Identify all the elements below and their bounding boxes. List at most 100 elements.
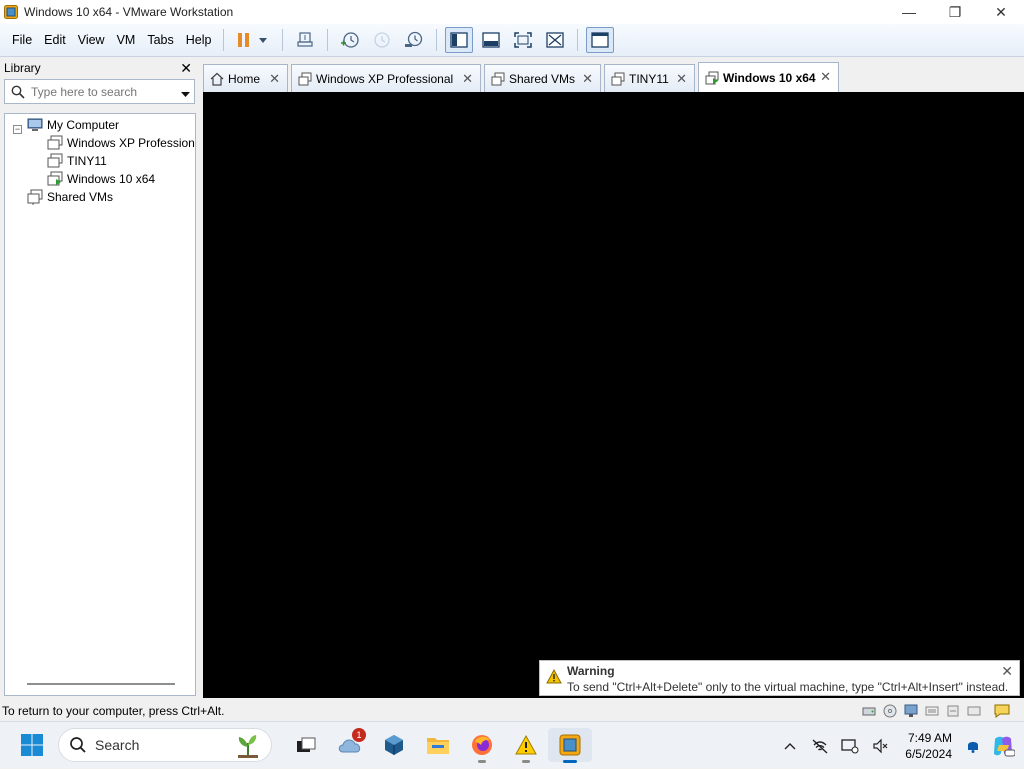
task-view-button[interactable] bbox=[284, 728, 328, 762]
close-window-button[interactable]: ✕ bbox=[978, 0, 1024, 24]
cd-dvd-icon[interactable] bbox=[882, 703, 898, 719]
warning-app-button[interactable] bbox=[504, 728, 548, 763]
tab-close-icon[interactable]: ✕ bbox=[462, 71, 473, 87]
message-log-icon[interactable] bbox=[994, 703, 1010, 719]
show-library-icon bbox=[450, 32, 469, 48]
volume-muted-icon[interactable] bbox=[865, 738, 895, 754]
tab-shared-vms[interactable]: Shared VMs ✕ bbox=[484, 64, 601, 92]
vm-console-screen[interactable] bbox=[203, 92, 1024, 698]
menu-help[interactable]: Help bbox=[180, 29, 218, 51]
network-disconnected-icon[interactable] bbox=[805, 738, 835, 754]
clock-time: 7:49 AM bbox=[907, 730, 952, 745]
console-view-button[interactable] bbox=[586, 27, 615, 53]
hard-disk-icon[interactable] bbox=[861, 703, 877, 719]
full-screen-icon bbox=[514, 32, 533, 48]
notification-bell-icon[interactable] bbox=[958, 738, 988, 754]
onedrive-button[interactable]: 1 bbox=[328, 728, 372, 762]
thumbnail-bar-button[interactable] bbox=[477, 27, 505, 53]
running-indicator bbox=[478, 760, 486, 763]
tab-label: Shared VMs bbox=[509, 71, 576, 86]
tree-item-tiny11[interactable]: TINY11 bbox=[47, 152, 107, 170]
library-close-button[interactable]: ✕ bbox=[180, 60, 192, 77]
library-search-input[interactable] bbox=[31, 84, 171, 99]
library-header: Library ✕ bbox=[0, 58, 199, 78]
tab-home[interactable]: Home ✕ bbox=[203, 64, 288, 92]
status-text: To return to your computer, press Ctrl+A… bbox=[2, 704, 225, 718]
send-ctrl-alt-del-button[interactable] bbox=[291, 27, 319, 53]
start-button-icon[interactable] bbox=[20, 733, 44, 757]
search-icon bbox=[5, 85, 31, 99]
maximize-button[interactable]: ❐ bbox=[932, 0, 978, 24]
search-icon bbox=[70, 737, 86, 753]
virtualbox-button[interactable] bbox=[372, 728, 416, 762]
library-tree: − My Computer Windows XP Professional TI… bbox=[4, 113, 196, 696]
tab-label: Windows XP Professional bbox=[316, 71, 454, 86]
tab-close-icon[interactable]: ✕ bbox=[269, 71, 280, 87]
take-snapshot-button[interactable] bbox=[336, 27, 364, 53]
tree-item-windows-xp[interactable]: Windows XP Professional bbox=[47, 134, 195, 152]
unity-button[interactable] bbox=[541, 27, 569, 53]
menu-edit[interactable]: Edit bbox=[38, 29, 72, 51]
tree-collapse-icon[interactable]: − bbox=[13, 125, 22, 134]
vm-running-icon bbox=[705, 71, 719, 84]
vm-icon bbox=[47, 153, 63, 168]
menu-view[interactable]: View bbox=[72, 29, 111, 51]
revert-snapshot-button[interactable] bbox=[368, 27, 396, 53]
window-title: Windows 10 x64 - VMware Workstation bbox=[24, 5, 234, 19]
task-view-icon bbox=[297, 737, 316, 752]
show-library-button[interactable] bbox=[445, 27, 474, 53]
file-explorer-button[interactable] bbox=[416, 728, 460, 762]
status-bar: To return to your computer, press Ctrl+A… bbox=[0, 701, 1024, 721]
unity-icon bbox=[546, 32, 565, 48]
taskbar-clock[interactable]: 7:49 AM 6/5/2024 bbox=[905, 730, 952, 762]
taskbar-search-label: Search bbox=[95, 737, 140, 753]
tree-item-windows-10[interactable]: Windows 10 x64 bbox=[47, 170, 155, 188]
tab-close-icon[interactable]: ✕ bbox=[676, 71, 687, 87]
pause-icon bbox=[238, 33, 268, 47]
copilot-icon[interactable] bbox=[988, 735, 1018, 757]
tab-close-icon[interactable]: ✕ bbox=[820, 69, 831, 85]
console-view-icon bbox=[591, 32, 610, 48]
firefox-button[interactable] bbox=[460, 728, 504, 763]
notification-badge: 1 bbox=[352, 728, 366, 742]
menu-vm[interactable]: VM bbox=[111, 29, 142, 51]
tab-label: Windows 10 x64 bbox=[723, 70, 816, 85]
tree-item-shared-vms[interactable]: Shared VMs bbox=[27, 188, 113, 206]
send-ctrl-alt-del-icon bbox=[297, 32, 314, 47]
menu-tabs[interactable]: Tabs bbox=[141, 29, 179, 51]
search-highlight-icon bbox=[238, 735, 258, 758]
tree-item-my-computer[interactable]: My Computer bbox=[27, 116, 119, 134]
vm-icon bbox=[298, 72, 312, 85]
vmware-app-icon bbox=[4, 5, 18, 19]
display-settings-icon[interactable] bbox=[835, 738, 865, 754]
taskbar-search-box[interactable]: Search bbox=[58, 728, 272, 762]
vmware-workstation-button[interactable] bbox=[548, 728, 592, 763]
menu-file[interactable]: File bbox=[6, 29, 38, 51]
virtualbox-icon bbox=[385, 735, 403, 755]
usb-device-icon[interactable] bbox=[924, 703, 940, 719]
windows-taskbar: Search 1 7:49 AM 6/5/2024 bbox=[0, 721, 1024, 768]
full-screen-button[interactable] bbox=[509, 27, 537, 53]
tab-windows-10[interactable]: Windows 10 x64 ✕ bbox=[698, 62, 839, 92]
warning-close-button[interactable]: ✕ bbox=[1001, 663, 1013, 680]
tree-label: Windows 10 x64 bbox=[67, 172, 156, 186]
vm-icon bbox=[611, 72, 625, 85]
snapshot-manager-button[interactable] bbox=[400, 27, 428, 53]
tab-close-icon[interactable]: ✕ bbox=[582, 71, 593, 87]
display-icon[interactable] bbox=[966, 703, 982, 719]
search-dropdown-icon[interactable] bbox=[181, 87, 190, 101]
tab-windows-xp[interactable]: Windows XP Professional ✕ bbox=[291, 64, 481, 92]
pause-button[interactable] bbox=[232, 27, 274, 53]
library-scrollbar[interactable] bbox=[27, 683, 175, 685]
menu-toolbar: File Edit View VM Tabs Help bbox=[0, 24, 1024, 57]
tab-label: TINY11 bbox=[629, 71, 669, 86]
sound-card-icon[interactable] bbox=[945, 703, 961, 719]
network-adapter-icon[interactable] bbox=[903, 703, 919, 719]
tab-tiny11[interactable]: TINY11 ✕ bbox=[604, 64, 695, 92]
show-hidden-icons-chevron-icon[interactable] bbox=[775, 742, 805, 750]
device-status-icons bbox=[856, 703, 1010, 719]
library-search-box[interactable] bbox=[4, 79, 195, 104]
minimize-button[interactable]: — bbox=[886, 0, 932, 24]
title-bar: Windows 10 x64 - VMware Workstation — ❐ … bbox=[0, 0, 1024, 24]
snapshot-revert-icon bbox=[374, 32, 391, 48]
